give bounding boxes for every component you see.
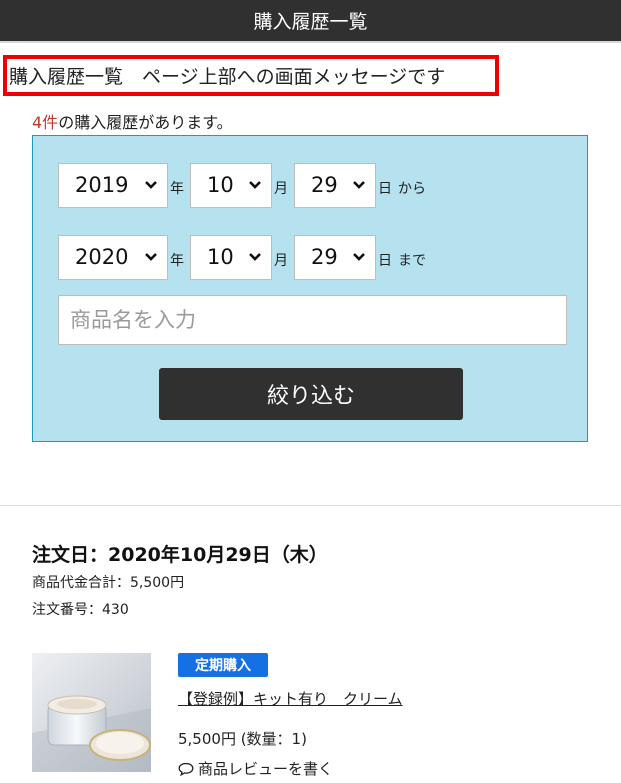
chevron-down-icon <box>145 181 157 189</box>
history-count: 4件の購入履歴があります。 <box>32 109 233 133</box>
from-month-unit: 月 <box>274 181 288 197</box>
write-review-label: 商品レビューを書く <box>198 760 334 778</box>
write-review-link[interactable]: 商品レビューを書く <box>178 758 333 779</box>
chevron-down-icon <box>145 253 157 261</box>
speech-bubble-icon <box>178 762 194 776</box>
product-thumbnail[interactable] <box>32 653 151 772</box>
from-suffix: から <box>398 181 426 197</box>
from-month-value: 10 <box>207 173 234 197</box>
from-year-value: 2019 <box>75 173 129 197</box>
to-suffix: まで <box>398 253 426 269</box>
cream-jar-image <box>32 653 151 772</box>
to-year-value: 2020 <box>75 245 129 269</box>
order-number: 注文番号：430 <box>32 602 129 618</box>
from-year-select[interactable]: 2019 <box>58 163 168 208</box>
chevron-down-icon <box>249 253 261 261</box>
history-count-suffix: の購入履歴があります。 <box>58 113 233 132</box>
order-subtotal: 商品代金合計：5,500円 <box>32 575 185 591</box>
filter-submit-button[interactable]: 絞り込む <box>159 368 463 420</box>
history-count-number: 4件 <box>32 113 59 132</box>
page-message-text: 購入履歴一覧 ページ上部への画面メッセージです <box>9 66 446 88</box>
page-header: 購入履歴一覧 <box>0 0 621 41</box>
to-day-value: 29 <box>311 245 338 269</box>
from-month-select[interactable]: 10 <box>190 163 272 208</box>
header-divider <box>0 41 621 43</box>
from-year-unit: 年 <box>170 181 184 197</box>
product-name-link[interactable]: 【登録例】キット有り クリーム <box>178 688 403 709</box>
from-day-select[interactable]: 29 <box>294 163 376 208</box>
chevron-down-icon <box>353 253 365 261</box>
to-day-unit: 日 <box>378 253 392 269</box>
to-year-select[interactable]: 2020 <box>58 235 168 280</box>
to-month-value: 10 <box>207 245 234 269</box>
order-date: 注文日：2020年10月29日（木） <box>32 544 328 566</box>
page-message-banner: 購入履歴一覧 ページ上部への画面メッセージです <box>3 55 499 96</box>
price-quantity: 5,500円 (数量：1) <box>178 730 307 748</box>
subscription-badge: 定期購入 <box>178 653 268 677</box>
page-header-title: 購入履歴一覧 <box>253 11 368 33</box>
to-month-select[interactable]: 10 <box>190 235 272 280</box>
chevron-down-icon <box>353 181 365 189</box>
filter-panel: 2019 年 10 月 29 日 から 2020 年 10 月 29 日 まで … <box>32 135 588 442</box>
product-name-input[interactable] <box>58 295 567 345</box>
chevron-down-icon <box>249 181 261 189</box>
to-day-select[interactable]: 29 <box>294 235 376 280</box>
to-month-unit: 月 <box>274 253 288 269</box>
from-day-unit: 日 <box>378 181 392 197</box>
to-year-unit: 年 <box>170 253 184 269</box>
section-divider <box>0 505 621 506</box>
from-day-value: 29 <box>311 173 338 197</box>
